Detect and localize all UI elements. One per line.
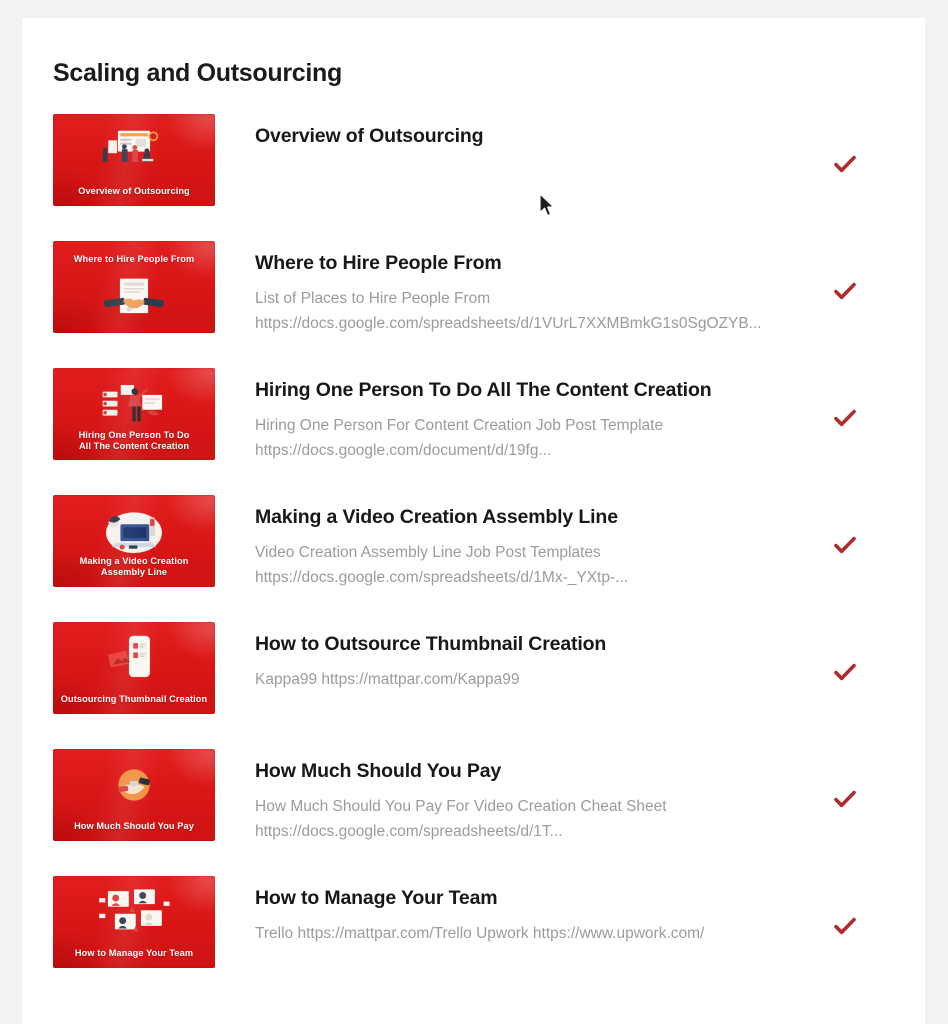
thumbnail-caption: Making a Video Creation Assembly Line [79, 555, 189, 577]
check-icon [834, 155, 856, 173]
lesson-description: Video Creation Assembly Line Job Post Te… [255, 544, 629, 587]
lesson-thumbnail[interactable]: Outsourcing Thumbnail Creation [53, 622, 215, 714]
lesson-description: How Much Should You Pay For Video Creati… [255, 798, 667, 841]
lesson-description: Trello https://mattpar.com/Trello Upwork… [255, 925, 705, 943]
lesson-thumbnail[interactable]: Hiring One Person To Do All The Content … [53, 368, 215, 460]
lesson-row[interactable]: Outsourcing Thumbnail Creation How to Ou… [22, 622, 925, 718]
lesson-title[interactable]: Overview of Outsourcing [255, 124, 815, 149]
lesson-text-column: How Much Should You Pay How Much Should … [215, 749, 815, 845]
thumbnail-caption: Hiring One Person To Do All The Content … [78, 429, 190, 451]
lesson-title[interactable]: Making a Video Creation Assembly Line [255, 505, 815, 530]
check-icon [834, 536, 856, 554]
lesson-title[interactable]: Where to Hire People From [255, 251, 815, 276]
lesson-row[interactable]: Where to Hire People From Where to Hire … [22, 241, 925, 337]
thumbnail-caption: How to Manage Your Team [74, 947, 194, 958]
lesson-description: List of Places to Hire People From https… [255, 290, 762, 333]
lesson-title[interactable]: How to Outsource Thumbnail Creation [255, 632, 815, 657]
lesson-text-column: Overview of Outsourcing [215, 114, 815, 149]
thumbnail-caption: Overview of Outsourcing [78, 185, 190, 196]
lesson-title[interactable]: Hiring One Person To Do All The Content … [255, 378, 815, 403]
lesson-thumbnail[interactable]: How to Manage Your Team [53, 876, 215, 968]
lesson-title[interactable]: How to Manage Your Team [255, 886, 815, 911]
lesson-status-cell [815, 876, 875, 972]
lesson-text-column: Where to Hire People From List of Places… [215, 241, 815, 337]
lesson-status-cell [815, 368, 875, 464]
lesson-row[interactable]: Making a Video Creation Assembly Line Ma… [22, 495, 925, 591]
lesson-thumbnail[interactable]: Making a Video Creation Assembly Line [53, 495, 215, 587]
lesson-status-cell [815, 114, 875, 210]
thumbnail-illustration [53, 759, 215, 811]
app-viewport: Scaling and Outsourcing Overview of Outs… [0, 0, 948, 1024]
lesson-status-cell [815, 749, 875, 845]
check-icon [834, 917, 856, 935]
thumbnail-caption: How Much Should You Pay [74, 820, 194, 831]
lesson-text-column: Making a Video Creation Assembly Line Vi… [215, 495, 815, 591]
lesson-description: Kappa99 https://mattpar.com/Kappa99 [255, 671, 520, 689]
lesson-row[interactable]: Overview of Outsourcing Overview of Outs… [22, 114, 925, 210]
lesson-description: Hiring One Person For Content Creation J… [255, 417, 664, 460]
lesson-text-column: Hiring One Person To Do All The Content … [215, 368, 815, 464]
thumbnail-caption: Outsourcing Thumbnail Creation [60, 693, 208, 704]
lesson-row[interactable]: How Much Should You Pay How Much Should … [22, 749, 925, 845]
thumbnail-illustration [53, 505, 215, 557]
lesson-text-column: How to Manage Your Team Trello https://m… [215, 876, 815, 946]
thumbnail-illustration [53, 632, 215, 684]
thumbnail-illustration [53, 886, 215, 938]
thumbnail-caption: Where to Hire People From [73, 254, 195, 264]
check-icon [834, 282, 856, 300]
thumbnail-illustration [53, 271, 215, 327]
lesson-text-column: How to Outsource Thumbnail Creation Kapp… [215, 622, 815, 692]
lesson-row[interactable]: Hiring One Person To Do All The Content … [22, 368, 925, 464]
check-icon [834, 409, 856, 427]
page-title: Scaling and Outsourcing [53, 59, 342, 87]
lesson-thumbnail[interactable]: Where to Hire People From [53, 241, 215, 333]
lesson-list: Overview of Outsourcing Overview of Outs… [22, 114, 925, 972]
thumbnail-illustration [53, 124, 215, 176]
lesson-thumbnail[interactable]: Overview of Outsourcing [53, 114, 215, 206]
lesson-row[interactable]: How to Manage Your Team How to Manage Yo… [22, 876, 925, 972]
lesson-status-cell [815, 241, 875, 337]
check-icon [834, 790, 856, 808]
check-icon [834, 663, 856, 681]
lesson-thumbnail[interactable]: How Much Should You Pay [53, 749, 215, 841]
lesson-title[interactable]: How Much Should You Pay [255, 759, 815, 784]
lesson-status-cell [815, 495, 875, 591]
content-card: Scaling and Outsourcing Overview of Outs… [22, 18, 925, 1024]
lesson-status-cell [815, 622, 875, 718]
thumbnail-illustration [53, 374, 215, 434]
